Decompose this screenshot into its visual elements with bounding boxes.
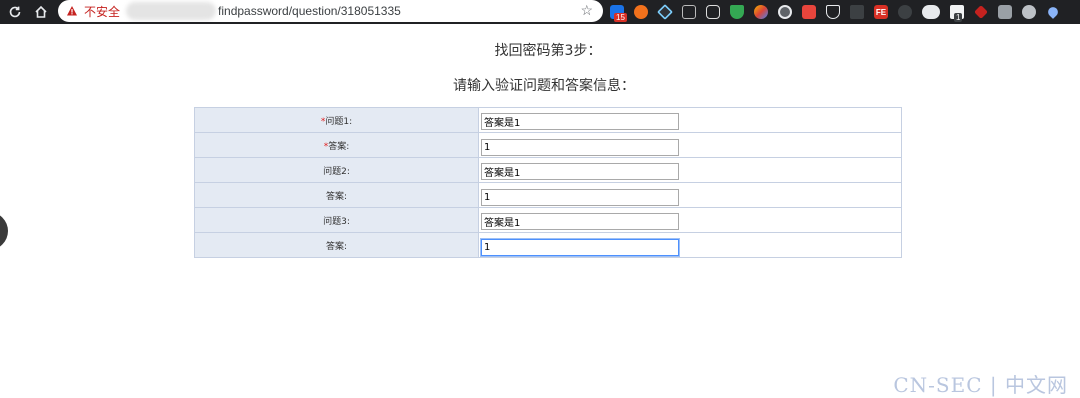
puzzle-extension-icon[interactable]: 1 xyxy=(950,5,964,22)
fe-extension-icon[interactable]: FE xyxy=(874,5,888,19)
step-title: 找回密码第3步： xyxy=(494,43,602,59)
extension-badge: 15 xyxy=(614,13,627,22)
tree-extension-icon[interactable] xyxy=(850,5,864,19)
form-row-field-cell xyxy=(478,207,902,233)
extension-count-badge: 1 xyxy=(954,13,963,22)
form-row-field-cell xyxy=(478,182,902,208)
answer-input[interactable] xyxy=(481,138,679,156)
question-input[interactable] xyxy=(481,212,679,230)
box-extension-icon[interactable] xyxy=(998,5,1012,19)
cursor-extension-icon[interactable] xyxy=(682,5,696,19)
form-row-label-cell: 答案: xyxy=(194,232,479,258)
form-label: 答案: xyxy=(325,191,348,202)
mask-extension-icon[interactable] xyxy=(922,5,940,19)
question-input[interactable] xyxy=(481,112,679,130)
red-extension-icon[interactable] xyxy=(802,5,816,19)
answer-input[interactable] xyxy=(481,188,679,206)
form-row: *问题1: xyxy=(194,107,902,133)
home-icon[interactable] xyxy=(30,1,52,23)
watermark: CN-SEC | 中文网 xyxy=(893,373,1068,397)
form-row: 答案: xyxy=(194,232,902,258)
form-label: 问题1: xyxy=(325,116,353,127)
address-bar[interactable]: 不安全 findpassword/question/318051335 ☆ xyxy=(58,0,603,22)
answer-input[interactable] xyxy=(481,238,679,256)
bookmark-star-icon[interactable]: ☆ xyxy=(580,2,593,19)
extensions-bar: 15 FE 1 xyxy=(610,2,1070,22)
circle-extension-icon[interactable] xyxy=(778,5,792,19)
form-label: 问题3: xyxy=(323,216,350,227)
colorful-extension-icon[interactable] xyxy=(754,5,768,19)
location-extension-icon[interactable] xyxy=(1046,5,1060,19)
form-row-label-cell: *答案: xyxy=(194,132,479,158)
form-row-label-cell: 问题3: xyxy=(194,207,479,233)
form-row-field-cell xyxy=(478,132,902,158)
game-extension-icon[interactable] xyxy=(706,5,720,19)
form-row: *答案: xyxy=(194,132,902,158)
form-row: 答案: xyxy=(194,182,902,208)
form-row: 问题3: xyxy=(194,207,902,233)
form-row: 问题2: xyxy=(194,157,902,183)
page-subtitle: 请输入验证问题和答案信息： xyxy=(453,78,635,94)
security-question-form: *问题1:*答案: 问题2: 答案: 问题3: 答案: xyxy=(194,107,902,258)
form-label: 答案: xyxy=(325,241,348,252)
form-row-field-cell xyxy=(478,157,902,183)
orange-extension-icon[interactable] xyxy=(634,5,648,19)
badge-shield-extension-icon[interactable] xyxy=(826,5,840,19)
url-text: findpassword/question/318051335 xyxy=(218,4,401,18)
form-label: 答案: xyxy=(328,141,350,152)
form-row-field-cell xyxy=(478,107,902,133)
warning-icon xyxy=(66,5,82,17)
calendar-extension-icon[interactable]: 15 xyxy=(610,5,627,22)
shield-extension-icon[interactable] xyxy=(730,5,744,19)
form-row-label-cell: 问题2: xyxy=(194,157,479,183)
question-input[interactable] xyxy=(481,162,679,180)
side-panel-handle[interactable] xyxy=(0,212,8,250)
red-diamond-extension-icon[interactable] xyxy=(974,5,988,19)
form-row-label-cell: *问题1: xyxy=(194,107,479,133)
dot-extension-icon[interactable] xyxy=(898,5,912,19)
settings-extension-icon[interactable] xyxy=(1022,5,1036,19)
form-row-field-cell xyxy=(478,232,902,258)
insecure-label: 不安全 xyxy=(84,4,121,19)
form-row-label-cell: 答案: xyxy=(194,182,479,208)
form-label: 问题2: xyxy=(323,166,350,177)
diamond-extension-icon[interactable] xyxy=(657,4,673,20)
browser-toolbar: 不安全 findpassword/question/318051335 ☆ 15… xyxy=(0,0,1080,24)
redacted-url-host xyxy=(126,2,217,20)
reload-icon[interactable] xyxy=(4,1,26,23)
